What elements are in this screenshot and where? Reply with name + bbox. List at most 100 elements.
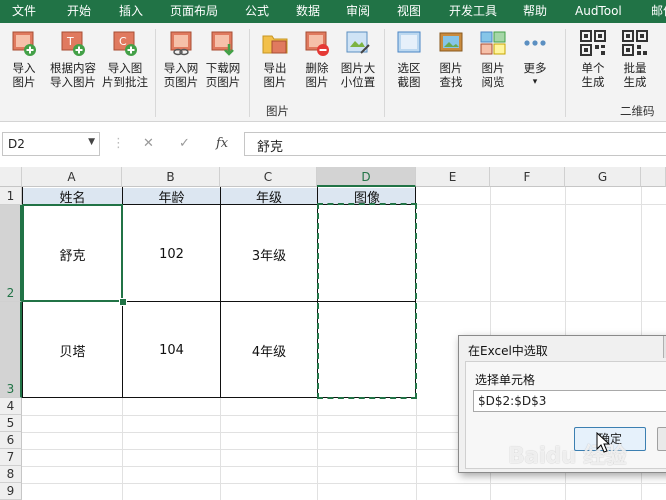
column-header-b[interactable]: B [122, 167, 220, 187]
import-by-content-button[interactable]: T 根据内容 导入图片 [46, 29, 100, 89]
cell-b3[interactable]: 104 [123, 303, 220, 398]
find-image-label-2: 查找 [439, 75, 463, 89]
row-header-3[interactable]: 3 [0, 302, 22, 398]
tab-formulas[interactable]: 公式 [245, 0, 269, 23]
import-web-image-label-1: 导入网 [163, 61, 199, 75]
formula-input[interactable]: 舒克 [244, 132, 666, 156]
column-header-d[interactable]: D [317, 167, 416, 187]
find-image-button[interactable]: 图片 查找 [429, 29, 473, 89]
image-size-position-button[interactable]: 图片大 小位置 [336, 29, 380, 89]
import-image-button[interactable]: 导入 图片 [2, 29, 46, 89]
column-header-f[interactable]: F [490, 167, 565, 187]
export-image-label-1: 导出 [263, 61, 287, 75]
single-qrcode-button[interactable]: 单个 生成 [571, 29, 615, 89]
image-delete-icon [305, 31, 329, 56]
row-number: 5 [6, 416, 15, 430]
formula-bar: D2 ▼ ⋮ ✕ ✓ fx 舒克 [0, 122, 666, 166]
function-icon[interactable]: fx [216, 136, 228, 151]
row-number: 2 [6, 286, 15, 300]
gridline [220, 398, 221, 500]
more-button[interactable]: 更多 ▾ [513, 29, 557, 89]
chevron-down-icon: ▾ [532, 77, 538, 87]
image-size-position-label-1: 图片大 [340, 61, 376, 75]
tab-file[interactable]: 文件 [12, 0, 36, 23]
row-header-7[interactable]: 7 [0, 449, 22, 466]
confirm-icon[interactable]: ✓ [179, 136, 190, 151]
row-header-8[interactable]: 8 [0, 466, 22, 483]
tab-help[interactable]: 帮助 [523, 0, 547, 23]
download-web-image-button[interactable]: 下载网 页图片 [201, 29, 245, 89]
batch-qrcode-label-1: 批量 [623, 61, 647, 75]
delete-image-button[interactable]: 删除 图片 [295, 29, 339, 89]
ribbon-panel: 导入 图片 T 根据内容 导入图片 C 导入图 片到批注 导入网 页图片 下载网… [0, 23, 666, 122]
table-border [220, 187, 221, 398]
row-number: 9 [6, 484, 15, 498]
tab-audtool[interactable]: AudTool [575, 0, 622, 23]
import-to-comment-button[interactable]: C 导入图 片到批注 [101, 29, 149, 89]
select-all-corner[interactable] [0, 167, 22, 187]
tab-mail[interactable]: 邮件 [651, 0, 666, 23]
download-web-image-label-1: 下载网 [205, 61, 241, 75]
find-image-label-1: 图片 [439, 61, 463, 75]
tab-home[interactable]: 开始 [67, 0, 91, 23]
row-header-6[interactable]: 6 [0, 432, 22, 449]
browse-image-button[interactable]: 图片 阅览 [471, 29, 515, 89]
range-screenshot-button[interactable]: 选区 截图 [387, 29, 431, 89]
column-header-c[interactable]: C [220, 167, 317, 187]
tab-data[interactable]: 数据 [296, 0, 320, 23]
browse-image-label-1: 图片 [481, 61, 505, 75]
chevron-down-icon[interactable]: ▼ [88, 137, 95, 147]
tab-developer[interactable]: 开发工具 [449, 0, 497, 23]
ribbon-separator [384, 29, 385, 117]
row-header-2[interactable]: 2 [0, 205, 22, 302]
gridline [416, 301, 666, 302]
name-box[interactable]: D2 ▼ [2, 132, 100, 156]
dialog-title: 在Excel中选取 [468, 344, 548, 358]
cell-c3[interactable]: 4年级 [221, 303, 317, 398]
import-image-label-2: 图片 [12, 75, 36, 89]
import-to-comment-label-2: 片到批注 [102, 75, 148, 89]
dialog-label: 选择单元格 [475, 373, 536, 387]
cancel-button[interactable] [657, 427, 666, 451]
row-header-4[interactable]: 4 [0, 398, 22, 415]
more-label: 更多 [523, 61, 547, 75]
import-web-image-button[interactable]: 导入网 页图片 [159, 29, 203, 89]
column-header-e[interactable]: E [416, 167, 490, 187]
ribbon-separator [155, 29, 156, 117]
column-header-h[interactable] [641, 167, 666, 187]
single-qrcode-label-2: 生成 [581, 75, 605, 89]
import-to-comment-label-1: 导入图 [107, 61, 143, 75]
row-header-5[interactable]: 5 [0, 415, 22, 432]
range-input-value: $D$2:$D$3 [478, 394, 547, 408]
header-cell-name[interactable]: 姓名 [23, 188, 122, 206]
cell-c2[interactable]: 3年级 [221, 206, 317, 302]
row-header-1[interactable]: 1 [0, 187, 22, 205]
header-cell-grade[interactable]: 年级 [221, 188, 317, 206]
batch-qrcode-button[interactable]: 批量 生成 [613, 29, 657, 89]
image-resize-icon [346, 31, 370, 54]
cell-b2[interactable]: 102 [123, 206, 220, 302]
ribbon-tab-bar: 文件 开始 插入 页面布局 公式 数据 审阅 视图 开发工具 帮助 AudToo… [0, 0, 666, 23]
svg-text:C: C [119, 35, 127, 48]
cancel-icon[interactable]: ✕ [143, 136, 154, 151]
column-header-g[interactable]: G [565, 167, 641, 187]
more-options-icon: ⋮ [112, 136, 125, 151]
cell-a3[interactable]: 贝塔 [23, 303, 122, 398]
row-header-9[interactable]: 9 [0, 483, 22, 500]
column-header-a[interactable]: A [22, 167, 122, 187]
screenshot-icon [397, 31, 421, 53]
header-cell-age[interactable]: 年龄 [123, 188, 220, 206]
image-gallery-icon [480, 31, 506, 55]
import-by-content-label-2: 导入图片 [50, 75, 96, 89]
tab-page-layout[interactable]: 页面布局 [170, 0, 218, 23]
tab-view[interactable]: 视图 [397, 0, 421, 23]
tab-review[interactable]: 审阅 [346, 0, 370, 23]
download-web-image-label-2: 页图片 [205, 75, 241, 89]
row-number: 8 [6, 467, 15, 481]
folder-export-icon [262, 35, 288, 54]
fill-handle[interactable] [119, 298, 127, 306]
single-qrcode-label-1: 单个 [581, 61, 605, 75]
tab-insert[interactable]: 插入 [119, 0, 143, 23]
range-input[interactable]: $D$2:$D$3 [473, 390, 666, 412]
export-image-button[interactable]: 导出 图片 [253, 29, 297, 89]
